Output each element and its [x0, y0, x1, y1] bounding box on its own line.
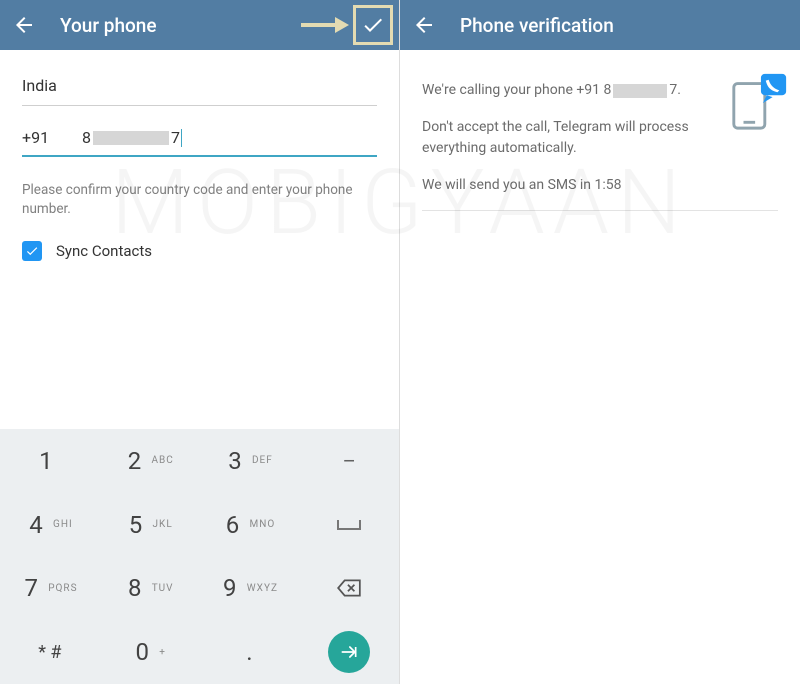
key-7[interactable]: 7PQRS	[0, 557, 100, 621]
left-pane: Your phone India +91 8 7 Please confirm …	[0, 0, 400, 684]
phone-suffix: 7	[171, 128, 180, 147]
key-3[interactable]: 3DEF	[200, 429, 300, 493]
key-symbols[interactable]: * #	[0, 620, 100, 684]
right-content: We're calling your phone +91 8 7. Don't …	[400, 50, 800, 227]
backspace-icon	[336, 575, 362, 601]
left-header: Your phone	[0, 0, 399, 50]
back-icon[interactable]	[12, 13, 36, 37]
redacted-phone	[613, 84, 667, 98]
phone-number-input[interactable]: 8 7	[82, 128, 377, 147]
right-pane: Phone verification We're calling your ph…	[400, 0, 800, 684]
phone-call-icon	[728, 70, 790, 132]
numeric-keypad: 1 2ABC 3DEF – 4GHI 5JKL 6MNO 7PQRS 8TUV …	[0, 429, 399, 684]
left-title: Your phone	[60, 14, 157, 37]
key-0[interactable]: 0+	[100, 620, 200, 684]
key-9[interactable]: 9WXYZ	[200, 557, 300, 621]
check-icon	[25, 244, 39, 258]
key-minus[interactable]: –	[299, 429, 399, 493]
key-backspace[interactable]	[299, 557, 399, 621]
hint-text: Please confirm your country code and ent…	[22, 181, 377, 219]
calling-prefix: We're calling your phone +91 8	[422, 80, 611, 101]
key-1[interactable]: 1	[0, 429, 100, 493]
sync-label: Sync Contacts	[56, 242, 152, 260]
right-header: Phone verification	[400, 0, 800, 50]
phone-row: +91 8 7	[22, 128, 377, 157]
key-period[interactable]: .	[200, 620, 300, 684]
country-field[interactable]: India	[22, 68, 377, 106]
key-2[interactable]: 2ABC	[100, 429, 200, 493]
key-space[interactable]	[299, 493, 399, 557]
redacted-digits	[93, 131, 169, 145]
check-icon	[361, 13, 385, 37]
sync-contacts-row[interactable]: Sync Contacts	[22, 241, 377, 261]
key-5[interactable]: 5JKL	[100, 493, 200, 557]
sms-timer-text: We will send you an SMS in 1:58	[422, 175, 778, 211]
key-4[interactable]: 4GHI	[0, 493, 100, 557]
calling-suffix: 7.	[669, 80, 681, 101]
right-title: Phone verification	[460, 14, 614, 37]
key-8[interactable]: 8TUV	[100, 557, 200, 621]
left-content: India +91 8 7 Please confirm your countr…	[0, 50, 399, 261]
country-code-input[interactable]: +91	[22, 128, 82, 147]
text-cursor	[181, 129, 182, 147]
phone-prefix: 8	[82, 128, 91, 147]
key-6[interactable]: 6MNO	[200, 493, 300, 557]
key-enter[interactable]	[299, 620, 399, 684]
instruction-text: Don't accept the call, Telegram will pro…	[422, 117, 702, 159]
confirm-button[interactable]	[353, 5, 393, 45]
sync-checkbox[interactable]	[22, 241, 42, 261]
space-icon	[337, 520, 361, 530]
enter-icon	[328, 631, 370, 673]
back-icon[interactable]	[412, 13, 436, 37]
calling-text: We're calling your phone +91 8 7.	[422, 80, 778, 101]
annotation-arrow	[301, 13, 349, 37]
